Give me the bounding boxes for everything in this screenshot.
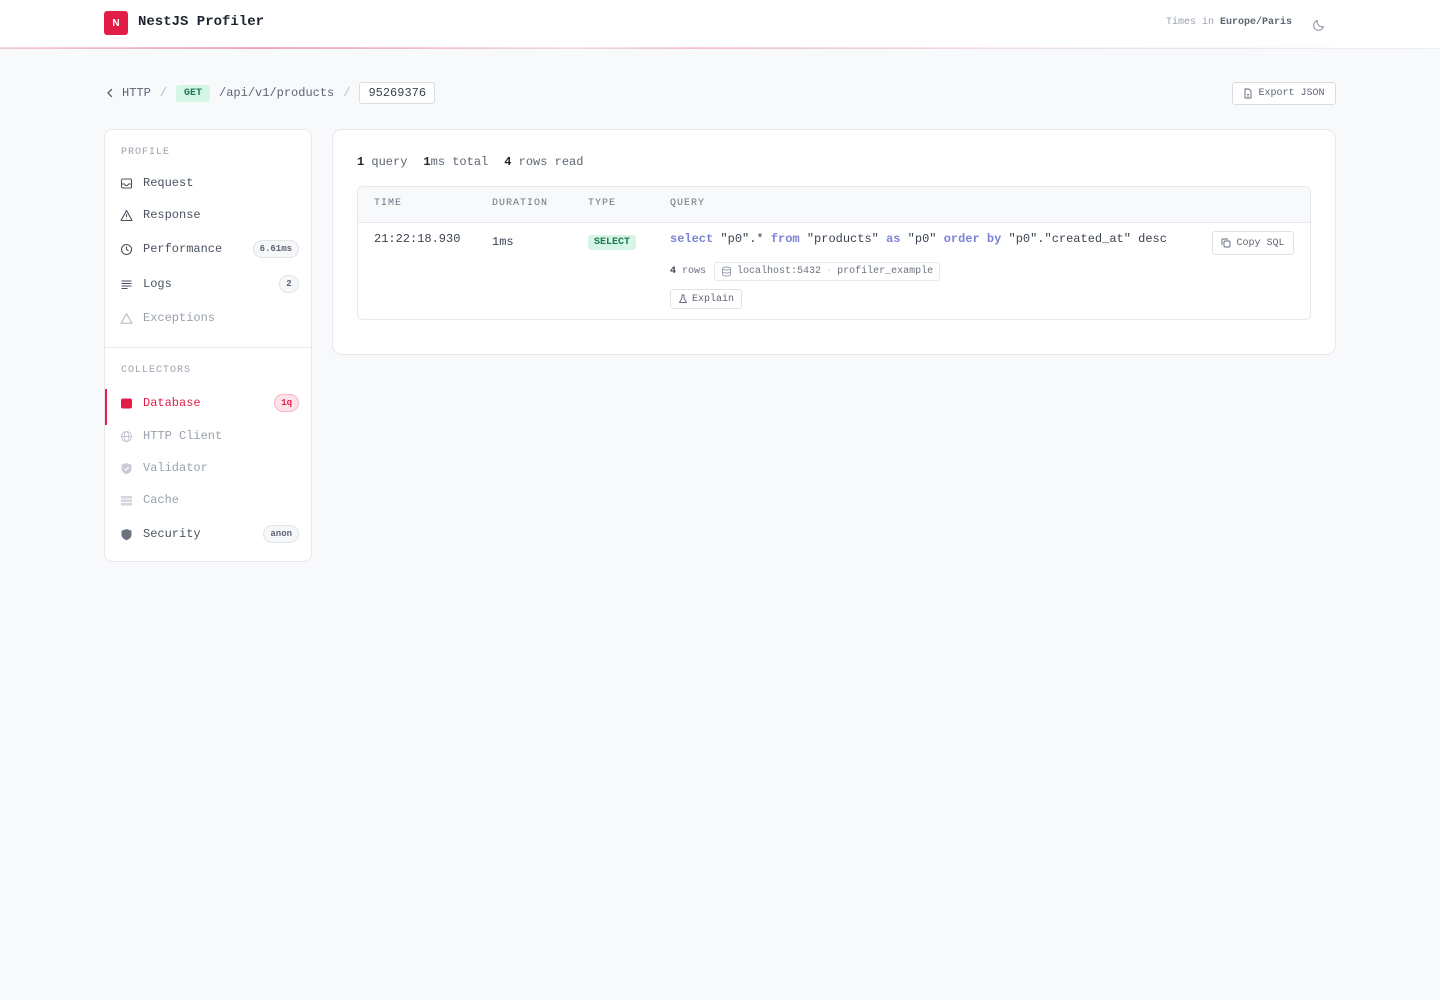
- column-header-type: TYPE: [588, 198, 617, 209]
- app-logo[interactable]: N: [104, 11, 128, 35]
- warning-icon: [120, 312, 133, 324]
- app-title[interactable]: NestJS Profiler: [138, 14, 264, 30]
- shield-icon: [121, 528, 132, 540]
- export-json-label: Export JSON: [1258, 88, 1325, 99]
- sidebar-item-logs[interactable]: Logs 2: [105, 270, 311, 298]
- query-type-badge: SELECT: [588, 235, 637, 250]
- total-ms: 1: [423, 155, 431, 169]
- rows-read-label: rows read: [518, 155, 584, 169]
- breadcrumb-separator: /: [159, 86, 168, 100]
- timezone-prefix: Times in: [1165, 17, 1214, 28]
- breadcrumb: HTTP / GET /api/v1/products / 95269376: [104, 82, 436, 104]
- copy-sql-button[interactable]: Copy SQL: [1212, 231, 1294, 255]
- query-meta: 4 rows localhost:5432 · profiler_example: [670, 262, 941, 281]
- query-time: 21:22:18.930: [374, 232, 461, 246]
- database-icon: [121, 398, 132, 408]
- rows-returned-label: rows: [682, 266, 707, 277]
- sidebar-item-label: Security: [143, 527, 201, 541]
- sidebar-item-label: Exceptions: [143, 311, 216, 325]
- lines-icon: [121, 279, 132, 289]
- sidebar-item-request[interactable]: Request: [105, 169, 311, 197]
- sidebar-item-security[interactable]: Security anon: [105, 520, 311, 548]
- sql-text: "p0"."created_at" desc: [1001, 232, 1167, 246]
- flask-icon: [679, 294, 687, 303]
- explain-button[interactable]: Explain: [670, 289, 742, 309]
- sql-keyword: select: [670, 232, 714, 246]
- http-method-badge: GET: [176, 84, 211, 102]
- rows-returned: 4 rows: [670, 266, 706, 277]
- query-label: query: [371, 155, 408, 169]
- rows-read-count: 4: [504, 155, 512, 169]
- column-header-time: TIME: [374, 198, 403, 209]
- sidebar-item-performance[interactable]: Performance 6.61ms: [105, 235, 311, 263]
- rows-returned-count: 4: [670, 266, 677, 277]
- total-label: ms total: [430, 155, 489, 169]
- database-query-badge: 1q: [274, 394, 299, 412]
- sidebar-item-validator[interactable]: Validator: [105, 454, 311, 482]
- moon-icon[interactable]: [1312, 16, 1328, 32]
- sidebar-item-exceptions[interactable]: Exceptions: [105, 304, 311, 332]
- query-table: TIME DURATION TYPE QUERY 21:22:18.930 1m…: [357, 186, 1311, 320]
- logo-letter: N: [112, 17, 120, 29]
- cache-icon: [121, 495, 132, 505]
- copy-icon: [1222, 238, 1231, 248]
- sidebar-item-database[interactable]: Database 1q: [105, 389, 311, 425]
- query-stats: 1 query 1 ms total 4 rows read: [357, 155, 583, 169]
- sidebar: PROFILE Request Response Performance 6.6…: [104, 129, 312, 562]
- clock-icon: [120, 243, 133, 255]
- file-icon: [1245, 88, 1252, 99]
- sidebar-item-cache[interactable]: Cache: [105, 486, 311, 514]
- table-header: TIME DURATION TYPE QUERY: [358, 187, 1310, 223]
- database-cylinder-icon: [722, 266, 731, 277]
- sql-keyword: as: [886, 232, 901, 246]
- copy-sql-label: Copy SQL: [1236, 237, 1285, 249]
- sidebar-divider: [105, 347, 311, 348]
- request-path: /api/v1/products: [219, 86, 335, 100]
- sidebar-item-label: Request: [143, 176, 194, 190]
- sidebar-item-label: Logs: [143, 277, 172, 291]
- column-header-query: QUERY: [670, 198, 706, 209]
- connection-database: profiler_example: [837, 266, 934, 277]
- sidebar-item-label: HTTP Client: [143, 429, 223, 443]
- connection-host: localhost:5432: [737, 266, 822, 277]
- performance-badge: 6.61ms: [252, 240, 299, 258]
- top-bar-accent-line: [0, 47, 1440, 49]
- connection-badge: localhost:5432 · profiler_example: [714, 262, 941, 281]
- explain-label: Explain: [691, 293, 734, 305]
- query-count: 1: [357, 155, 365, 169]
- collectors-section-heading: COLLECTORS: [121, 365, 192, 376]
- sidebar-item-label: Performance: [143, 242, 223, 256]
- timezone-value: Europe/Paris: [1219, 17, 1292, 28]
- triangle-icon: [120, 209, 133, 221]
- security-badge: anon: [263, 525, 299, 543]
- inbox-icon: [120, 177, 133, 189]
- sidebar-item-label: Response: [143, 208, 201, 222]
- logs-count-badge: 2: [279, 275, 299, 293]
- globe-icon: [121, 430, 132, 442]
- profile-section-heading: PROFILE: [121, 147, 171, 158]
- sql-text: "p0".*: [713, 232, 771, 246]
- sql-text: "p0": [900, 232, 944, 246]
- top-bar: N NestJS Profiler Times in Europe/Paris: [0, 0, 1440, 49]
- breadcrumb-back-link[interactable]: HTTP: [122, 86, 151, 100]
- sidebar-item-label: Cache: [143, 493, 180, 507]
- database-panel: 1 query 1 ms total 4 rows read TIME DURAT…: [332, 129, 1336, 355]
- chevron-left-icon[interactable]: [104, 87, 116, 99]
- export-json-button[interactable]: Export JSON: [1232, 82, 1336, 105]
- sidebar-item-label: Validator: [143, 461, 208, 475]
- profile-id-badge[interactable]: 95269376: [359, 82, 436, 104]
- sidebar-item-http-client[interactable]: HTTP Client: [105, 422, 311, 450]
- column-header-duration: DURATION: [492, 198, 549, 209]
- sql-keyword: order by: [943, 232, 1002, 246]
- sql-statement: select "p0".* from "products" as "p0" or…: [670, 232, 1167, 246]
- query-duration: 1ms: [492, 235, 514, 249]
- timezone-indicator: Times in Europe/Paris: [1166, 17, 1292, 28]
- breadcrumb-separator: /: [343, 86, 351, 100]
- sql-text: "products": [799, 232, 887, 246]
- sidebar-item-response[interactable]: Response: [105, 201, 311, 229]
- shield-check-icon: [121, 462, 132, 474]
- sql-keyword: from: [770, 232, 800, 246]
- sidebar-item-label: Database: [143, 396, 201, 410]
